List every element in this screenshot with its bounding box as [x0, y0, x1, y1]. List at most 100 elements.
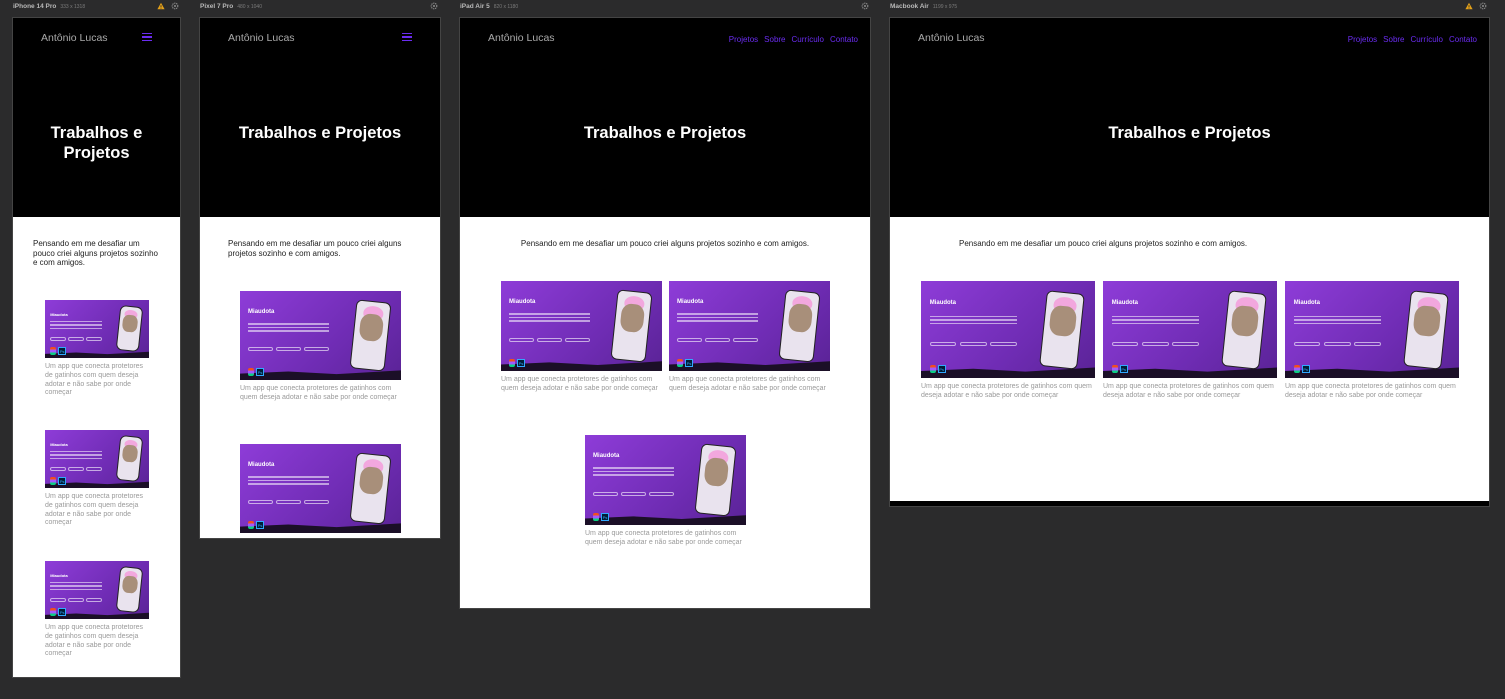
device-name: Macbook Air [890, 3, 929, 10]
project-logo: Miaudota [509, 299, 536, 305]
intro-text: Pensando em me desafiar um pouco criei a… [33, 239, 158, 268]
figma-icon [1293, 365, 1300, 374]
project-logo: Miaudota [248, 308, 275, 315]
nav-link-projetos[interactable]: Projetos [1348, 35, 1377, 44]
nav-link-curriculo[interactable]: Currículo [792, 35, 824, 44]
figma-icon [50, 347, 57, 356]
gear-icon[interactable] [430, 2, 438, 10]
project-logo: Miaudota [50, 572, 68, 578]
photoshop-icon: Ps [1119, 365, 1128, 374]
project-thumbnail[interactable]: Miaudota Ps [669, 281, 830, 371]
project-card[interactable]: Miaudota Ps Um app que conecta protetore… [240, 291, 401, 403]
gear-icon[interactable] [171, 2, 179, 10]
gear-icon[interactable] [861, 2, 869, 10]
project-card[interactable]: Miaudota Ps [240, 444, 401, 533]
hero-section: Antônio Lucas Trabalhos e Projetos [13, 18, 180, 217]
hamburger-menu-icon[interactable] [402, 33, 412, 41]
project-description: Um app que conecta protetores de gatinho… [45, 624, 144, 658]
project-card[interactable]: Miaudota Ps Um app que conecta protetore… [669, 281, 830, 394]
nav-link-sobre[interactable]: Sobre [764, 35, 785, 44]
device-size: 1199 x 975 [932, 4, 958, 10]
frame-label[interactable]: iPhone 14 Pro 333 x 1318 [13, 3, 85, 13]
brand-name[interactable]: Antônio Lucas [488, 32, 555, 44]
footer-bar [890, 501, 1489, 506]
intro-text: Pensando em me desafiar um pouco criei a… [228, 239, 402, 258]
project-description: Um app que conecta protetores de gatinho… [240, 385, 397, 401]
figma-icon [593, 512, 600, 521]
project-card[interactable]: Miaudota Ps Um app que conecta protetore… [585, 435, 746, 548]
project-description: Um app que conecta protetores de gatinho… [921, 383, 1092, 399]
project-thumbnail[interactable]: Miaudota Ps [501, 281, 662, 371]
project-card[interactable]: Miaudota Ps Um app que conecta protetore… [1285, 281, 1459, 401]
project-card[interactable]: Miaudota Ps Um app que conecta protetore… [1103, 281, 1277, 401]
hero-title: Trabalhos e Projetos [583, 124, 747, 142]
project-thumbnail[interactable]: Miaudota Ps [240, 444, 401, 533]
project-thumbnail[interactable]: Miaudota Ps [1103, 281, 1277, 378]
project-thumbnail[interactable]: Miaudota Ps [45, 561, 149, 619]
hero-title: Trabalhos e Projetos [50, 124, 143, 163]
hero-section: Antônio Lucas Projetos Sobre Currículo C… [890, 18, 1489, 217]
figma-icon [1111, 365, 1118, 374]
device-size: 480 x 1040 [237, 4, 262, 10]
project-logo: Miaudota [593, 453, 620, 459]
nav-link-curriculo[interactable]: Currículo [1411, 35, 1443, 44]
frame-label[interactable]: iPad Air 5 820 x 1180 [460, 3, 518, 13]
project-logo: Miaudota [50, 441, 68, 447]
project-card[interactable]: Miaudota Ps Um app que conecta protetore… [501, 281, 662, 394]
intro-text: Pensando em me desafiar um pouco criei a… [959, 239, 1248, 248]
project-description: Um app que conecta protetores de gatinho… [1285, 383, 1456, 399]
figma-icon [248, 367, 255, 376]
frame-icons [861, 2, 869, 10]
device-screen: Antônio Lucas Trabalhos e Projetos Pensa… [199, 17, 441, 539]
project-thumbnail[interactable]: Miaudota Ps [585, 435, 746, 525]
device-name: iPhone 14 Pro [13, 3, 57, 10]
project-logo: Miaudota [929, 300, 957, 307]
photoshop-icon: Ps [58, 347, 67, 356]
project-card[interactable]: Miaudota Ps Um app que conecta protetore… [45, 561, 149, 659]
project-thumbnail[interactable]: Miaudota Ps [45, 300, 149, 358]
hero-section: Antônio Lucas Trabalhos e Projetos [200, 18, 440, 217]
intro-text: Pensando em me desafiar um pouco criei a… [520, 239, 810, 248]
project-card[interactable]: Miaudota Ps Um app que conecta protetore… [45, 300, 149, 398]
frame-label[interactable]: Macbook Air 1199 x 975 [890, 3, 957, 13]
brand-name[interactable]: Antônio Lucas [41, 32, 108, 44]
frame-icons [430, 2, 438, 10]
nav-link-sobre[interactable]: Sobre [1383, 35, 1404, 44]
nav-link-contato[interactable]: Contato [1449, 35, 1477, 44]
project-description: Um app que conecta protetores de gatinho… [669, 376, 826, 392]
photoshop-icon: Ps [58, 608, 67, 617]
device-name: iPad Air 5 [460, 3, 490, 10]
project-card[interactable]: Miaudota Ps Um app que conecta protetore… [45, 430, 149, 528]
device-screen: Antônio Lucas Trabalhos e Projetos Pensa… [12, 17, 181, 678]
project-thumbnail[interactable]: Miaudota Ps [45, 430, 149, 488]
project-description: Um app que conecta protetores de gatinho… [1103, 383, 1274, 399]
project-logo: Miaudota [677, 299, 704, 305]
frame-label[interactable]: Pixel 7 Pro 480 x 1040 [200, 3, 262, 13]
frame-icons [1465, 2, 1487, 10]
gear-icon[interactable] [1479, 2, 1487, 10]
hamburger-menu-icon[interactable] [142, 33, 152, 41]
brand-name[interactable]: Antônio Lucas [918, 32, 985, 44]
device-name: Pixel 7 Pro [200, 3, 234, 10]
project-description: Um app que conecta protetores de gatinho… [45, 363, 144, 397]
hero-title: Trabalhos e Projetos [238, 124, 402, 142]
figma-icon [509, 358, 516, 367]
project-thumbnail[interactable]: Miaudota Ps [921, 281, 1095, 378]
project-card[interactable]: Miaudota Ps Um app que conecta protetore… [921, 281, 1095, 401]
warning-icon[interactable] [157, 2, 165, 10]
project-thumbnail[interactable]: Miaudota Ps [1285, 281, 1459, 378]
hero-title: Trabalhos e Projetos [1108, 124, 1271, 142]
project-thumbnail[interactable]: Miaudota Ps [240, 291, 401, 380]
device-size: 820 x 1180 [493, 4, 519, 10]
project-logo: Miaudota [1111, 300, 1139, 307]
nav-link-projetos[interactable]: Projetos [729, 35, 758, 44]
brand-name[interactable]: Antônio Lucas [228, 32, 295, 44]
project-logo: Miaudota [50, 311, 68, 317]
device-size: 333 x 1318 [60, 4, 86, 10]
frame-icons [157, 2, 179, 10]
nav-link-contato[interactable]: Contato [830, 35, 858, 44]
photoshop-icon: Ps [601, 512, 610, 521]
project-description: Um app que conecta protetores de gatinho… [501, 376, 658, 392]
warning-icon[interactable] [1465, 2, 1473, 10]
project-description: Um app que conecta protetores de gatinho… [585, 530, 742, 546]
